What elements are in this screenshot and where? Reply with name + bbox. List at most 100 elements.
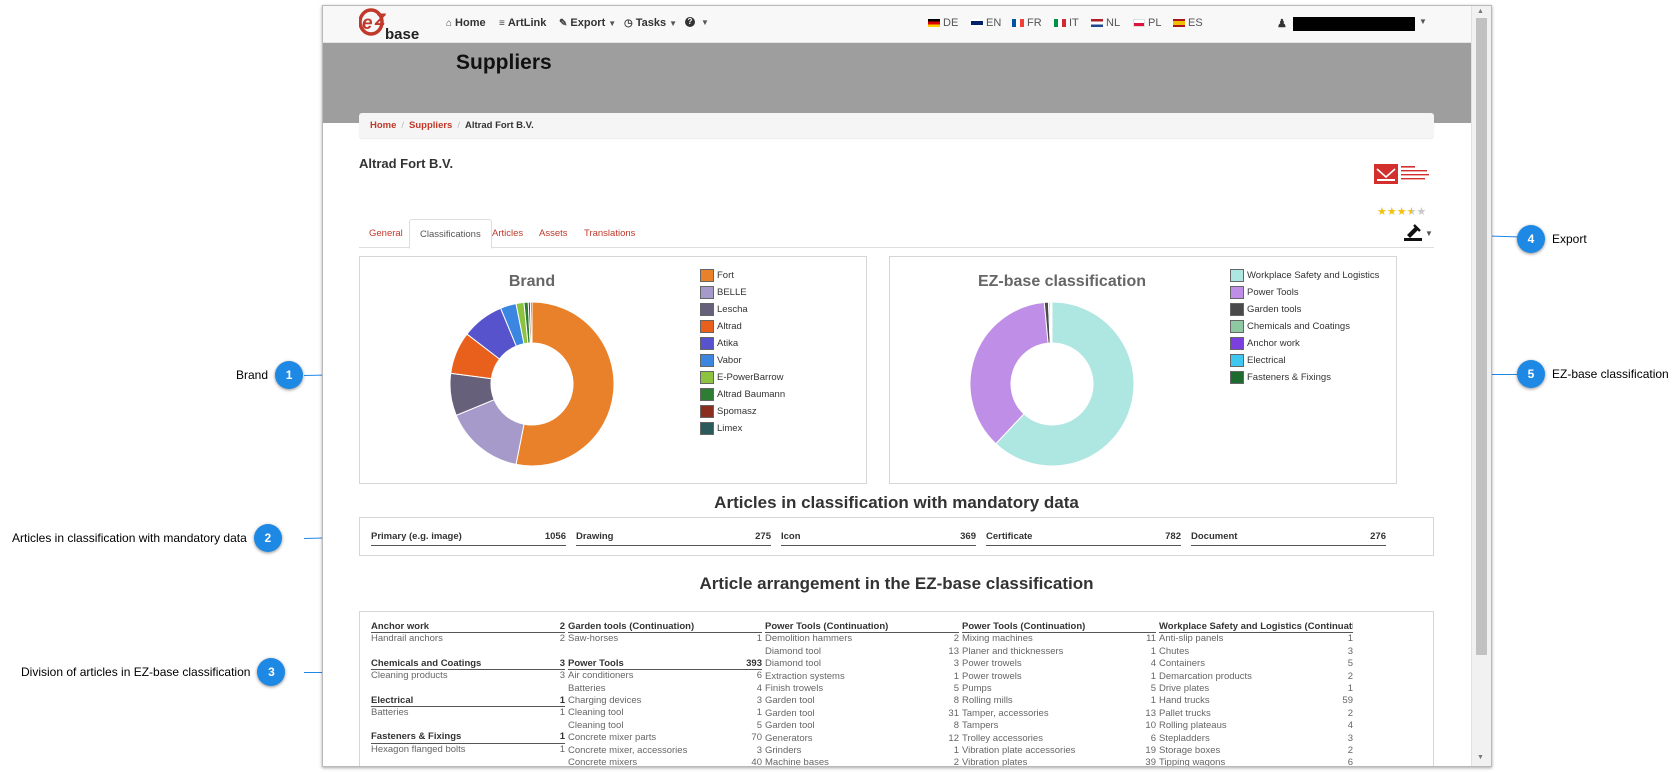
tab-classifications[interactable]: Classifications [409,219,492,249]
subcategory-row[interactable]: Containers 5 [1159,658,1353,670]
subcategory-row[interactable]: Mixing machines 11 [962,633,1156,645]
subcategory-row[interactable]: Tipping wagons 6 [1159,757,1353,766]
subcategory-row[interactable]: Demolition hammers 2 [765,633,959,645]
subcategory-row[interactable]: Cleaning tool 5 [568,720,762,732]
scroll-down-icon[interactable]: ▼ [1477,754,1484,761]
tab-articles[interactable]: Articles [482,219,533,248]
breadcrumb-suppliers[interactable]: Suppliers [409,120,452,131]
legend-item[interactable]: Garden tools [1230,301,1379,318]
tab-general[interactable]: General [359,219,413,248]
subcategory-row[interactable]: Rolling mills 1 [962,695,1156,707]
subcategory-row[interactable]: Concrete mixer parts 70 [568,732,762,744]
legend-item[interactable]: Fasteners & Fixings [1230,369,1379,386]
subcategory-row[interactable]: Finish trowels 5 [765,683,959,695]
lang-de[interactable]: DE [928,17,958,29]
legend-swatch [1230,286,1244,299]
user-menu-redacted[interactable] [1293,17,1415,31]
nav-artlink[interactable]: ≡ ArtLink [499,17,546,29]
breadcrumb-home[interactable]: Home [370,120,396,131]
subcategory-row[interactable]: Storage boxes 2 [1159,745,1353,757]
subcategory-row[interactable]: Stepladders 3 [1159,733,1353,745]
nav-export-menu[interactable]: ✎ Export ▼ [559,17,616,29]
subcategory-row[interactable]: Hand trucks 59 [1159,695,1353,707]
article-count: 3 [756,694,762,706]
subcategory-row[interactable]: Pumps 5 [962,683,1156,695]
legend-item[interactable]: Vabor [700,352,785,369]
legend-label: E-PowerBarrow [717,372,784,383]
subcategory-row[interactable]: Saw-horses 1 [568,633,762,645]
legend-item[interactable]: Fort [700,267,785,284]
subcategory-row[interactable]: Garden tool 8 [765,720,959,732]
subcategory-row[interactable]: Air conditioners 6 [568,670,762,682]
subcategory-row[interactable]: Anti-slip panels 1 [1159,633,1353,645]
lang-en[interactable]: EN [971,17,1001,29]
subcategory-row[interactable]: Planer and thicknessers 1 [962,646,1156,658]
legend-item[interactable]: Chemicals and Coatings [1230,318,1379,335]
subcategory-row[interactable]: Rolling plateaus 4 [1159,720,1353,732]
subcategory-row[interactable]: Vibration plate accessories 19 [962,745,1156,757]
subcategory-row[interactable]: Concrete mixer, accessories 3 [568,745,762,757]
nav-tasks-menu[interactable]: ◷ Tasks ▼ [624,17,677,29]
subcategory-row[interactable]: Garden tool 8 [765,695,959,707]
callout-ez-classification: 5 EZ-base classification [1517,360,1669,388]
svg-text:e: e [362,13,373,34]
subcategory-row[interactable]: Charging devices 3 [568,695,762,707]
legend-item[interactable]: Lescha [700,301,785,318]
subcategory-row[interactable]: Extraction systems 1 [765,671,959,683]
nav-tasks-label: Tasks [635,17,667,29]
subcategory-row[interactable]: Machine bases 2 [765,757,959,766]
tab-translations[interactable]: Translations [574,219,645,248]
legend-item[interactable]: Electrical [1230,352,1379,369]
subcategory-row[interactable]: Diamond tool 3 [765,658,959,670]
subcategory-row[interactable]: Chutes 3 [1159,646,1353,658]
subcategory-row[interactable]: Handrail anchors 2 [371,633,565,645]
tab-assets[interactable]: Assets [529,219,578,248]
subcategory-label: Grinders [765,744,802,756]
legend-item[interactable]: Spomasz [700,403,785,420]
lang-nl[interactable]: NL [1091,17,1120,29]
subcategory-row[interactable]: Power trowels 1 [962,671,1156,683]
legend-item[interactable]: Limex [700,420,785,437]
subcategory-row[interactable]: Concrete mixers 40 [568,757,762,766]
legend-item[interactable]: E-PowerBarrow [700,369,785,386]
nav-home[interactable]: ⌂ Home [446,17,486,29]
subcategory-row[interactable]: Cleaning tool 1 [568,707,762,719]
lang-fr[interactable]: FR [1012,17,1042,29]
legend-item[interactable]: Anchor work [1230,335,1379,352]
legend-item[interactable]: Workplace Safety and Logistics [1230,267,1379,284]
ezbase-logo[interactable]: e Z base [358,8,429,43]
callout-text: Export [1552,232,1587,246]
article-count: 5 [756,719,762,731]
subcategory-row[interactable]: Demarcation products 2 [1159,671,1353,683]
subcategory-row[interactable]: Batteries 4 [568,683,762,695]
legend-item[interactable]: Power Tools [1230,284,1379,301]
subcategory-row[interactable]: Cleaning products 3 [371,670,565,682]
subcategory-row[interactable]: Garden tool 31 [765,708,959,720]
vertical-scrollbar[interactable]: ▲ ▼ [1471,6,1491,766]
subcategory-row[interactable]: Grinders 1 [765,745,959,757]
lang-it[interactable]: IT [1054,17,1079,29]
legend-item[interactable]: Altrad Baumann [700,386,785,403]
subcategory-row[interactable]: Drive plates 1 [1159,683,1353,695]
subcategory-row[interactable]: Generators 12 [765,733,959,745]
subcategory-row[interactable]: Diamond tool 13 [765,646,959,658]
subcategory-row[interactable]: Power trowels 4 [962,658,1156,670]
legend-item[interactable]: Altrad [700,318,785,335]
legend-item[interactable]: Atika [700,335,785,352]
scroll-up-icon[interactable]: ▲ [1477,8,1484,15]
subcategory-row[interactable]: Batteries 1 [371,707,565,719]
scrollbar-thumb[interactable] [1476,18,1487,655]
lang-pl[interactable]: PL [1133,17,1161,29]
subcategory-row[interactable]: Vibration plates 39 [962,757,1156,766]
subcategory-row[interactable]: Tampers 10 [962,720,1156,732]
supplier-logo [1374,163,1432,185]
nav-help-menu[interactable]: ? ▼ [685,17,709,27]
subcategory-row[interactable]: Hexagon flanged bolts 1 [371,744,565,756]
subcategory-row[interactable]: Pallet trucks 2 [1159,708,1353,720]
subcategory-row[interactable]: Trolley accessories 6 [962,733,1156,745]
donut-slice-fasteners-fixings[interactable] [1050,301,1053,344]
donut-slice-limex[interactable] [529,301,533,344]
subcategory-row[interactable]: Tamper, accessories 13 [962,708,1156,720]
lang-es[interactable]: ES [1173,17,1203,29]
legend-item[interactable]: BELLE [700,284,785,301]
